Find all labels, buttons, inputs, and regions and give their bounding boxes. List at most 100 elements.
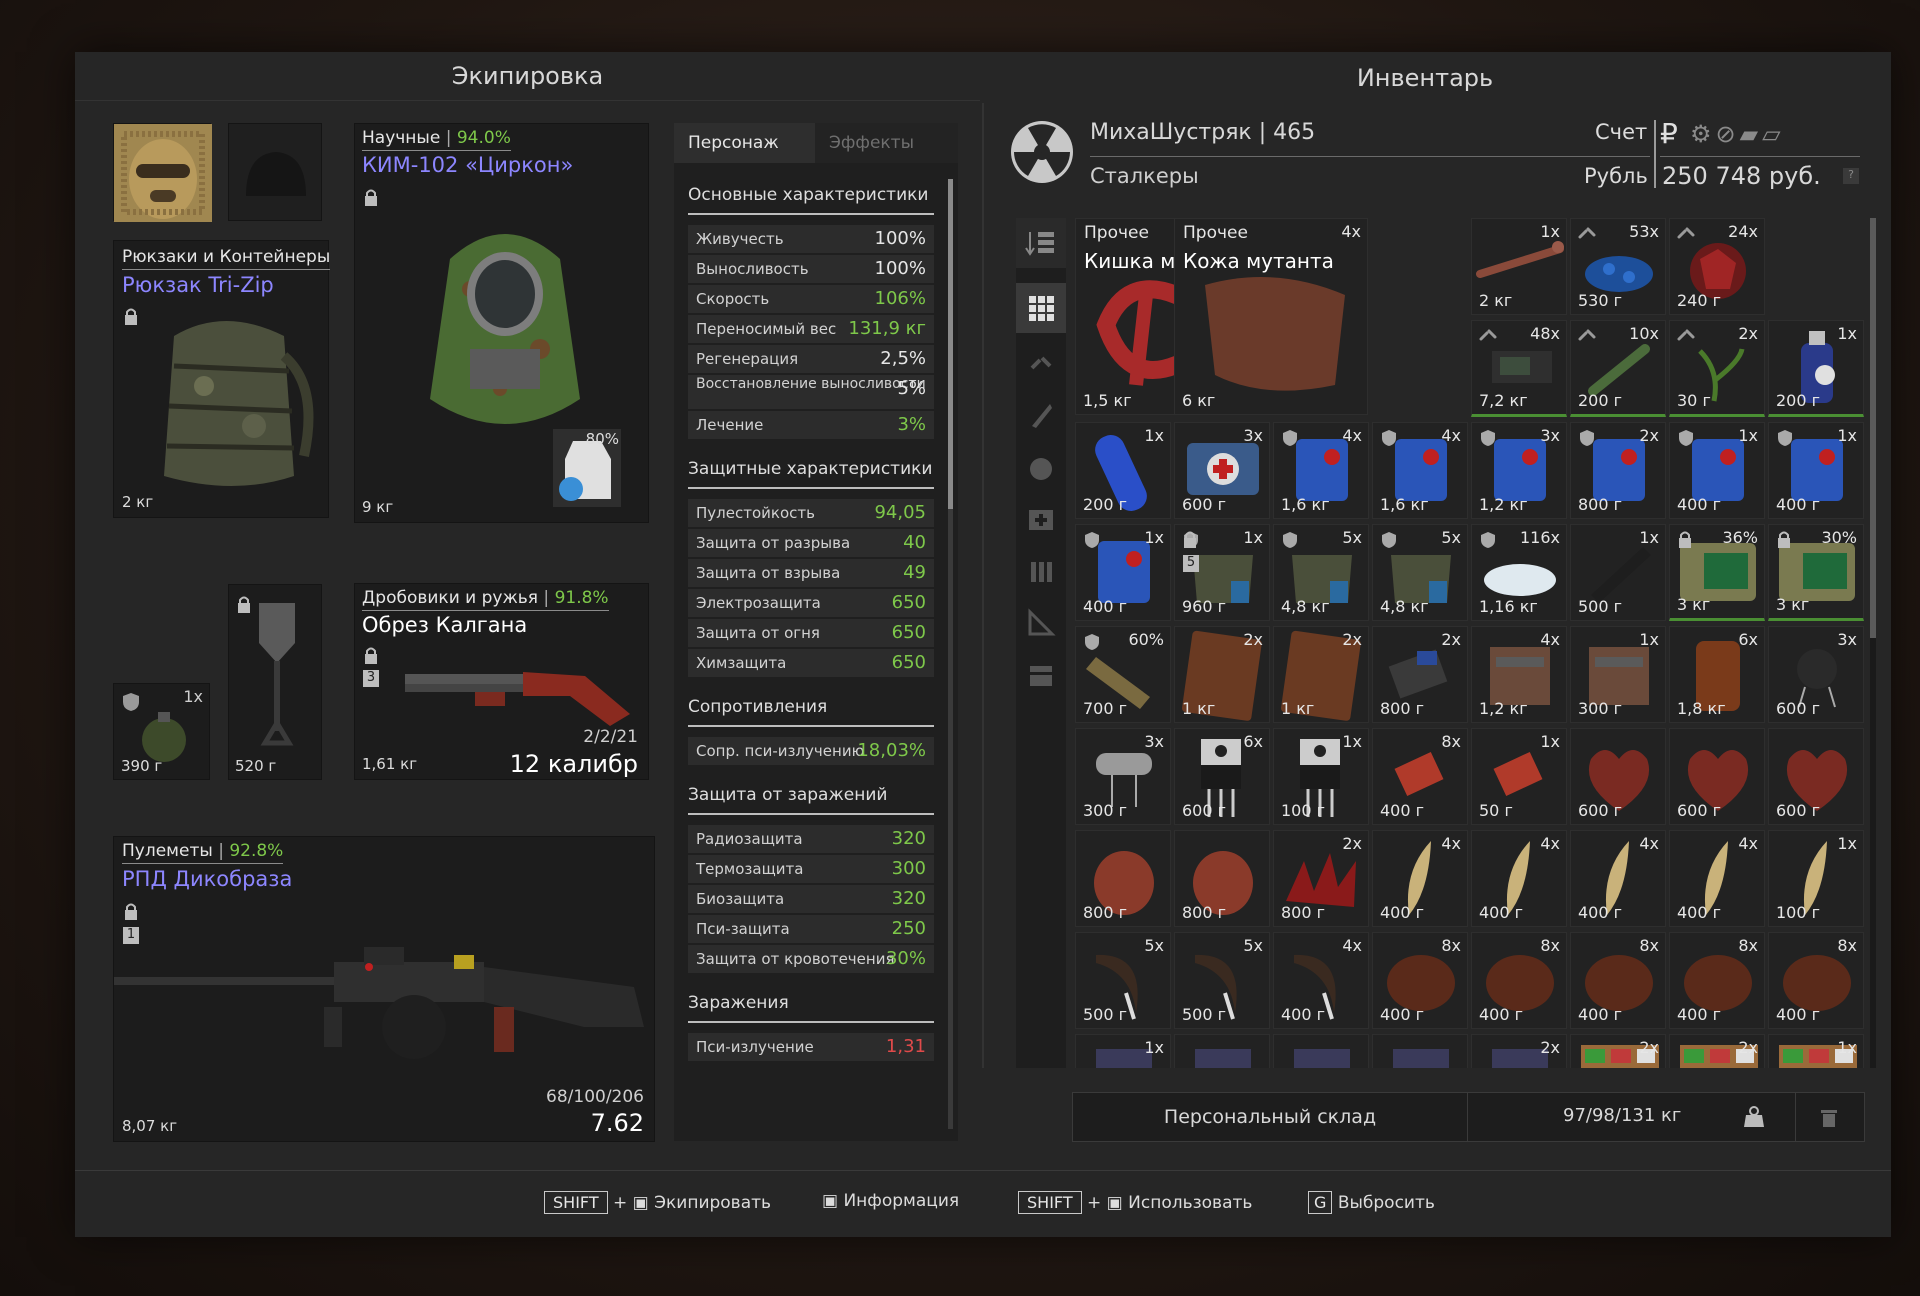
filter-ammo-button[interactable] [1016, 546, 1066, 596]
inventory-scrollbar[interactable] [1870, 218, 1876, 1068]
gear-icon[interactable]: ⚙ [1690, 120, 1716, 148]
filter-grenades-button[interactable] [1016, 442, 1066, 492]
inventory-item[interactable]: 3x 300 г [1075, 728, 1171, 825]
inventory-item[interactable]: 3x 600 г [1768, 626, 1864, 723]
inventory-item[interactable]: 3x 600 г [1174, 422, 1270, 519]
inventory-item[interactable]: 36% 3 кг [1669, 524, 1765, 621]
armor-insert-slot[interactable]: 80% [553, 429, 621, 507]
inventory-item[interactable]: 2x [1570, 1034, 1666, 1068]
inventory-item[interactable]: 2x 800 г [1570, 422, 1666, 519]
inventory-item[interactable]: 1x 50 г [1471, 728, 1567, 825]
ticket-icon[interactable]: ▰ [1740, 120, 1762, 148]
inventory-item[interactable]: 6x 1,8 кг [1669, 626, 1765, 723]
inventory-item[interactable]: 8x 400 г [1372, 728, 1468, 825]
inventory-item[interactable]: 1x 400 г [1669, 422, 1765, 519]
inventory-item[interactable] [1174, 1034, 1270, 1068]
inventory-item[interactable]: 1x 400 г [1768, 422, 1864, 519]
inventory-item[interactable]: 4x 1,6 кг [1273, 422, 1369, 519]
inventory-item[interactable]: 800 г [1174, 830, 1270, 927]
inventory-item[interactable]: 4x 1,2 кг [1471, 626, 1567, 723]
inventory-item[interactable]: 2x 800 г [1372, 626, 1468, 723]
inventory-item[interactable]: 600 г [1669, 728, 1765, 825]
item-weight: 500 г [1578, 597, 1623, 616]
inventory-item[interactable]: 4x 1,6 кг [1372, 422, 1468, 519]
inventory-item[interactable]: 2x 1 кг [1174, 626, 1270, 723]
inventory-item[interactable]: 4x 400 г [1273, 932, 1369, 1029]
armor-slot[interactable]: Научные | 94.0% КИМ-102 «Циркон» 80% 9 к… [354, 123, 649, 523]
inventory-item[interactable]: 1x 300 г [1570, 626, 1666, 723]
inventory-item[interactable]: 800 г [1075, 830, 1171, 927]
inventory-item[interactable]: 30% 3 кг [1768, 524, 1864, 621]
inventory-item[interactable] [1372, 1034, 1468, 1068]
inventory-item[interactable]: 1x 100 г [1273, 728, 1369, 825]
backpack-slot[interactable]: Рюкзаки и Контейнеры Рюкзак Tri-Zip 2 кг [113, 240, 331, 518]
grenade-slot[interactable]: 1x 390 г [113, 683, 210, 780]
tab-effects[interactable]: Эффекты [815, 123, 958, 163]
inventory-item[interactable]: 1x 2 кг [1471, 218, 1567, 315]
inventory-item[interactable]: 600 г [1570, 728, 1666, 825]
trash-icon[interactable] [1819, 1106, 1839, 1128]
inventory-item[interactable]: Прочее Кожа мутанта 4x 6 кг [1174, 218, 1368, 415]
inventory-item[interactable]: 2x 800 г [1273, 830, 1369, 927]
helmet-slot[interactable] [228, 123, 322, 221]
inventory-item[interactable]: 600 г [1768, 728, 1864, 825]
scrollbar-thumb[interactable] [948, 179, 953, 509]
filter-misc-button[interactable] [1016, 598, 1066, 648]
inventory-item[interactable]: 5 1x 960 г [1174, 524, 1270, 621]
inventory-item[interactable]: 1x 200 г [1768, 320, 1864, 417]
inventory-item[interactable]: 8x 400 г [1768, 932, 1864, 1029]
inventory-item[interactable]: 1x [1768, 1034, 1864, 1068]
primary-weapon-slot[interactable]: Пулеметы | 92.8% РПД Дикобраза 1 68/100/… [113, 836, 655, 1142]
inventory-item[interactable]: 10x 200 г [1570, 320, 1666, 417]
inventory-item[interactable]: 4x 400 г [1372, 830, 1468, 927]
inventory-item[interactable] [1273, 1034, 1369, 1068]
inventory-item[interactable]: 1x 100 г [1768, 830, 1864, 927]
inventory-item[interactable]: 2x [1669, 1034, 1765, 1068]
inventory-item[interactable]: 116x 1,16 кг [1471, 524, 1567, 621]
inventory-item[interactable]: 8x 400 г [1669, 932, 1765, 1029]
mask-slot[interactable] [113, 123, 212, 222]
inventory-item[interactable]: 5x 4,8 кг [1273, 524, 1369, 621]
sort-button[interactable] [1016, 218, 1066, 268]
inventory-item[interactable]: 8x 400 г [1471, 932, 1567, 1029]
inventory-item[interactable]: 60% 700 г [1075, 626, 1171, 723]
inventory-item[interactable]: 4x 400 г [1471, 830, 1567, 927]
filter-artifacts-button[interactable] [1016, 338, 1066, 388]
item-count: 5x [1441, 528, 1461, 547]
secondary-weapon-slot[interactable]: Дробовики и ружья | 91.8% Обрез Калгана … [354, 583, 649, 780]
help-button[interactable]: ? [1843, 168, 1859, 184]
inventory-item[interactable]: 2x 1 кг [1273, 626, 1369, 723]
tab-character[interactable]: Персонаж [674, 123, 815, 163]
inventory-item[interactable]: 5x 500 г [1075, 932, 1171, 1029]
inventory-item[interactable]: 1x 500 г [1570, 524, 1666, 621]
filter-weapons-button[interactable] [1016, 390, 1066, 440]
inventory-item[interactable]: 5x 500 г [1174, 932, 1270, 1029]
inventory-item[interactable]: 24x 240 г [1669, 218, 1765, 315]
scrollbar-thumb[interactable] [1870, 218, 1876, 638]
stats-scrollbar[interactable] [948, 179, 953, 1129]
voucher-icon[interactable]: ▱ [1762, 120, 1784, 148]
inventory-item[interactable]: 6x 600 г [1174, 728, 1270, 825]
inventory-item[interactable]: 4x 400 г [1669, 830, 1765, 927]
inventory-item[interactable]: 1x 400 г [1075, 524, 1171, 621]
inventory-item[interactable]: 2x [1471, 1034, 1567, 1068]
inventory-item[interactable]: 3x 1,2 кг [1471, 422, 1567, 519]
inventory-item[interactable]: 8x 400 г [1570, 932, 1666, 1029]
inventory-item[interactable]: 4x 400 г [1570, 830, 1666, 927]
coin-icon[interactable]: ⊘ [1716, 120, 1740, 148]
filter-all-button[interactable] [1016, 283, 1066, 333]
inventory-item[interactable]: 5x 4,8 кг [1372, 524, 1468, 621]
personal-storage-button[interactable]: Персональный склад [1073, 1093, 1468, 1141]
inventory-item[interactable]: 1x [1075, 1034, 1171, 1068]
melee-slot[interactable]: 520 г [228, 584, 322, 780]
stat-value: 3% [897, 414, 926, 435]
inventory-item[interactable]: 8x 400 г [1372, 932, 1468, 1029]
ruble-icon[interactable]: ₽ [1660, 117, 1678, 150]
inventory-item[interactable]: 48x 7,2 кг [1471, 320, 1567, 417]
inventory-item[interactable]: 1x 200 г [1075, 422, 1171, 519]
grid-icon [1029, 296, 1054, 321]
inventory-item[interactable]: 53x 530 г [1570, 218, 1666, 315]
inventory-item[interactable]: 2x 30 г [1669, 320, 1765, 417]
filter-medicine-button[interactable] [1016, 494, 1066, 544]
filter-containers-button[interactable] [1016, 650, 1066, 700]
